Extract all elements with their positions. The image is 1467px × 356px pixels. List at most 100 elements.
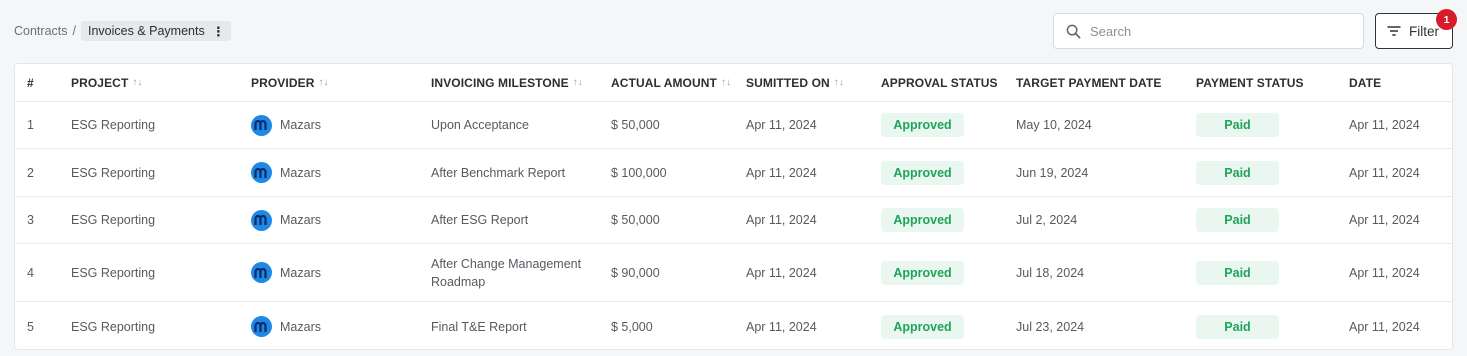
target-payment-date-cell: Jul 23, 2024 — [1016, 319, 1085, 334]
amount-cell: $ 50,000 — [611, 118, 660, 132]
approval-status-badge: Approved — [881, 260, 964, 285]
table-row[interactable]: 2 ESG Reporting Mazars After Benchmark R… — [15, 149, 1452, 197]
submitted-on-cell: Apr 11, 2024 — [746, 165, 817, 180]
row-number: 5 — [27, 319, 34, 334]
sort-icon[interactable]: ↑↓ — [132, 77, 142, 88]
payment-status-cell: Paid — [1196, 102, 1279, 148]
amount-cell: $ 90,000 — [611, 265, 660, 280]
breadcrumb-separator: / — [72, 24, 76, 38]
milestone-cell: Upon Acceptance — [431, 118, 529, 132]
provider-cell: Mazars — [251, 102, 321, 148]
breadcrumb: Contracts / Invoices & Payments ⋮ — [14, 20, 231, 42]
sort-icon[interactable]: ↑↓ — [318, 77, 328, 88]
column-header-project[interactable]: PROJECT ↑↓ — [71, 64, 142, 101]
filter-icon — [1387, 26, 1401, 36]
payment-status-cell: Paid — [1196, 149, 1279, 196]
approval-status-badge: Approved — [881, 113, 964, 137]
submitted-on-cell: Apr 11, 2024 — [746, 213, 817, 227]
invoices-table: # PROJECT ↑↓ PROVIDER ↑↓ INVOICING MILESTO… — [14, 63, 1453, 350]
column-header-target-date: TARGET PAYMENT DATE — [1016, 75, 1162, 90]
page-header: Contracts / Invoices & Payments ⋮ Filter… — [0, 0, 1467, 62]
table-row[interactable]: 4 ESG Reporting Mazars After Change Mana… — [15, 244, 1452, 302]
row-number: 2 — [27, 165, 34, 180]
mazars-logo-icon — [251, 114, 272, 136]
project-cell: ESG Reporting — [71, 118, 156, 132]
provider-cell: Mazars — [251, 302, 321, 349]
submitted-on-cell: Apr 11, 2024 — [746, 118, 817, 132]
approval-status-cell: Approved — [881, 197, 964, 243]
approval-status-cell: Approved — [881, 244, 964, 301]
provider-cell: Mazars — [251, 197, 321, 243]
column-header-number: # — [27, 75, 34, 90]
row-number: 4 — [27, 265, 34, 280]
table-row[interactable]: 3 ESG Reporting Mazars After ESG Report … — [15, 197, 1452, 244]
search-icon — [1066, 24, 1081, 38]
payment-status-badge: Paid — [1196, 208, 1279, 232]
column-header-payment-status: PAYMENT STATUS — [1196, 75, 1304, 90]
date-cell: Apr 11, 2024 — [1349, 319, 1420, 334]
project-cell: ESG Reporting — [71, 265, 156, 280]
amount-cell: $ 100,000 — [611, 165, 667, 180]
mazars-logo-icon — [251, 262, 272, 283]
mazars-logo-icon — [251, 209, 272, 231]
table-row[interactable]: 5 ESG Reporting Mazars Final T&E Report … — [15, 302, 1452, 349]
submitted-on-cell: Apr 11, 2024 — [746, 265, 817, 280]
payment-status-badge: Paid — [1196, 314, 1279, 339]
provider-name: Mazars — [280, 213, 321, 227]
filter-button-label: Filter — [1409, 23, 1439, 39]
column-header-approval-status: APPROVAL STATUS — [881, 75, 998, 90]
breadcrumb-current[interactable]: Invoices & Payments ⋮ — [80, 21, 231, 41]
payment-status-badge: Paid — [1196, 160, 1279, 185]
column-header-milestone[interactable]: INVOICING MILESTONE ↑↓ — [431, 64, 601, 101]
search-box[interactable] — [1053, 13, 1364, 49]
payment-status-cell: Paid — [1196, 244, 1279, 301]
project-cell: ESG Reporting — [71, 165, 156, 180]
mazars-logo-icon — [251, 162, 272, 183]
target-payment-date-cell: May 10, 2024 — [1016, 118, 1092, 132]
sort-icon[interactable]: ↑↓ — [834, 77, 844, 88]
project-cell: ESG Reporting — [71, 213, 156, 227]
date-cell: Apr 11, 2024 — [1349, 165, 1420, 180]
column-header-date: DATE — [1349, 75, 1382, 90]
sort-icon[interactable]: ↑↓ — [573, 74, 583, 92]
milestone-cell: After ESG Report — [431, 213, 529, 227]
milestone-cell: Final T&E Report — [431, 319, 527, 334]
breadcrumb-current-label: Invoices & Payments — [87, 24, 205, 38]
provider-name: Mazars — [280, 265, 321, 280]
row-number: 1 — [27, 118, 34, 132]
approval-status-cell: Approved — [881, 149, 964, 196]
date-cell: Apr 11, 2024 — [1349, 118, 1420, 132]
payment-status-cell: Paid — [1196, 197, 1279, 243]
submitted-on-cell: Apr 11, 2024 — [746, 319, 817, 334]
provider-name: Mazars — [280, 118, 321, 132]
sort-icon[interactable]: ↑↓ — [721, 77, 731, 88]
search-input[interactable] — [1090, 23, 1340, 39]
provider-cell: Mazars — [251, 149, 321, 196]
amount-cell: $ 5,000 — [611, 319, 653, 334]
provider-name: Mazars — [280, 165, 321, 180]
target-payment-date-cell: Jul 18, 2024 — [1016, 265, 1085, 280]
approval-status-cell: Approved — [881, 102, 964, 148]
amount-cell: $ 50,000 — [611, 213, 660, 227]
breadcrumb-contracts-link[interactable]: Contracts — [14, 24, 68, 38]
payment-status-badge: Paid — [1196, 113, 1279, 137]
target-payment-date-cell: Jun 19, 2024 — [1016, 165, 1089, 180]
column-header-amount[interactable]: ACTUAL AMOUNT ↑↓ — [611, 64, 731, 101]
column-header-submitted[interactable]: SUMITTED ON ↑↓ — [746, 64, 844, 101]
approval-status-cell: Approved — [881, 302, 964, 349]
approval-status-badge: Approved — [881, 160, 964, 185]
milestone-cell: After Change Management Roadmap — [431, 256, 582, 289]
table-row[interactable]: 1 ESG Reporting Mazars Upon Acceptance $… — [15, 102, 1452, 149]
filter-count-badge: 1 — [1436, 9, 1457, 30]
payment-status-badge: Paid — [1196, 260, 1279, 285]
project-cell: ESG Reporting — [71, 319, 156, 334]
column-header-provider[interactable]: PROVIDER ↑↓ — [251, 64, 328, 101]
target-payment-date-cell: Jul 2, 2024 — [1016, 213, 1078, 227]
provider-name: Mazars — [280, 319, 321, 334]
approval-status-badge: Approved — [881, 208, 964, 232]
approval-status-badge: Approved — [881, 314, 964, 339]
payment-status-cell: Paid — [1196, 302, 1279, 349]
row-number: 3 — [27, 213, 34, 227]
table-header-row: # PROJECT ↑↓ PROVIDER ↑↓ INVOICING MILESTO… — [15, 64, 1452, 102]
more-vertical-icon[interactable]: ⋮ — [212, 25, 225, 38]
